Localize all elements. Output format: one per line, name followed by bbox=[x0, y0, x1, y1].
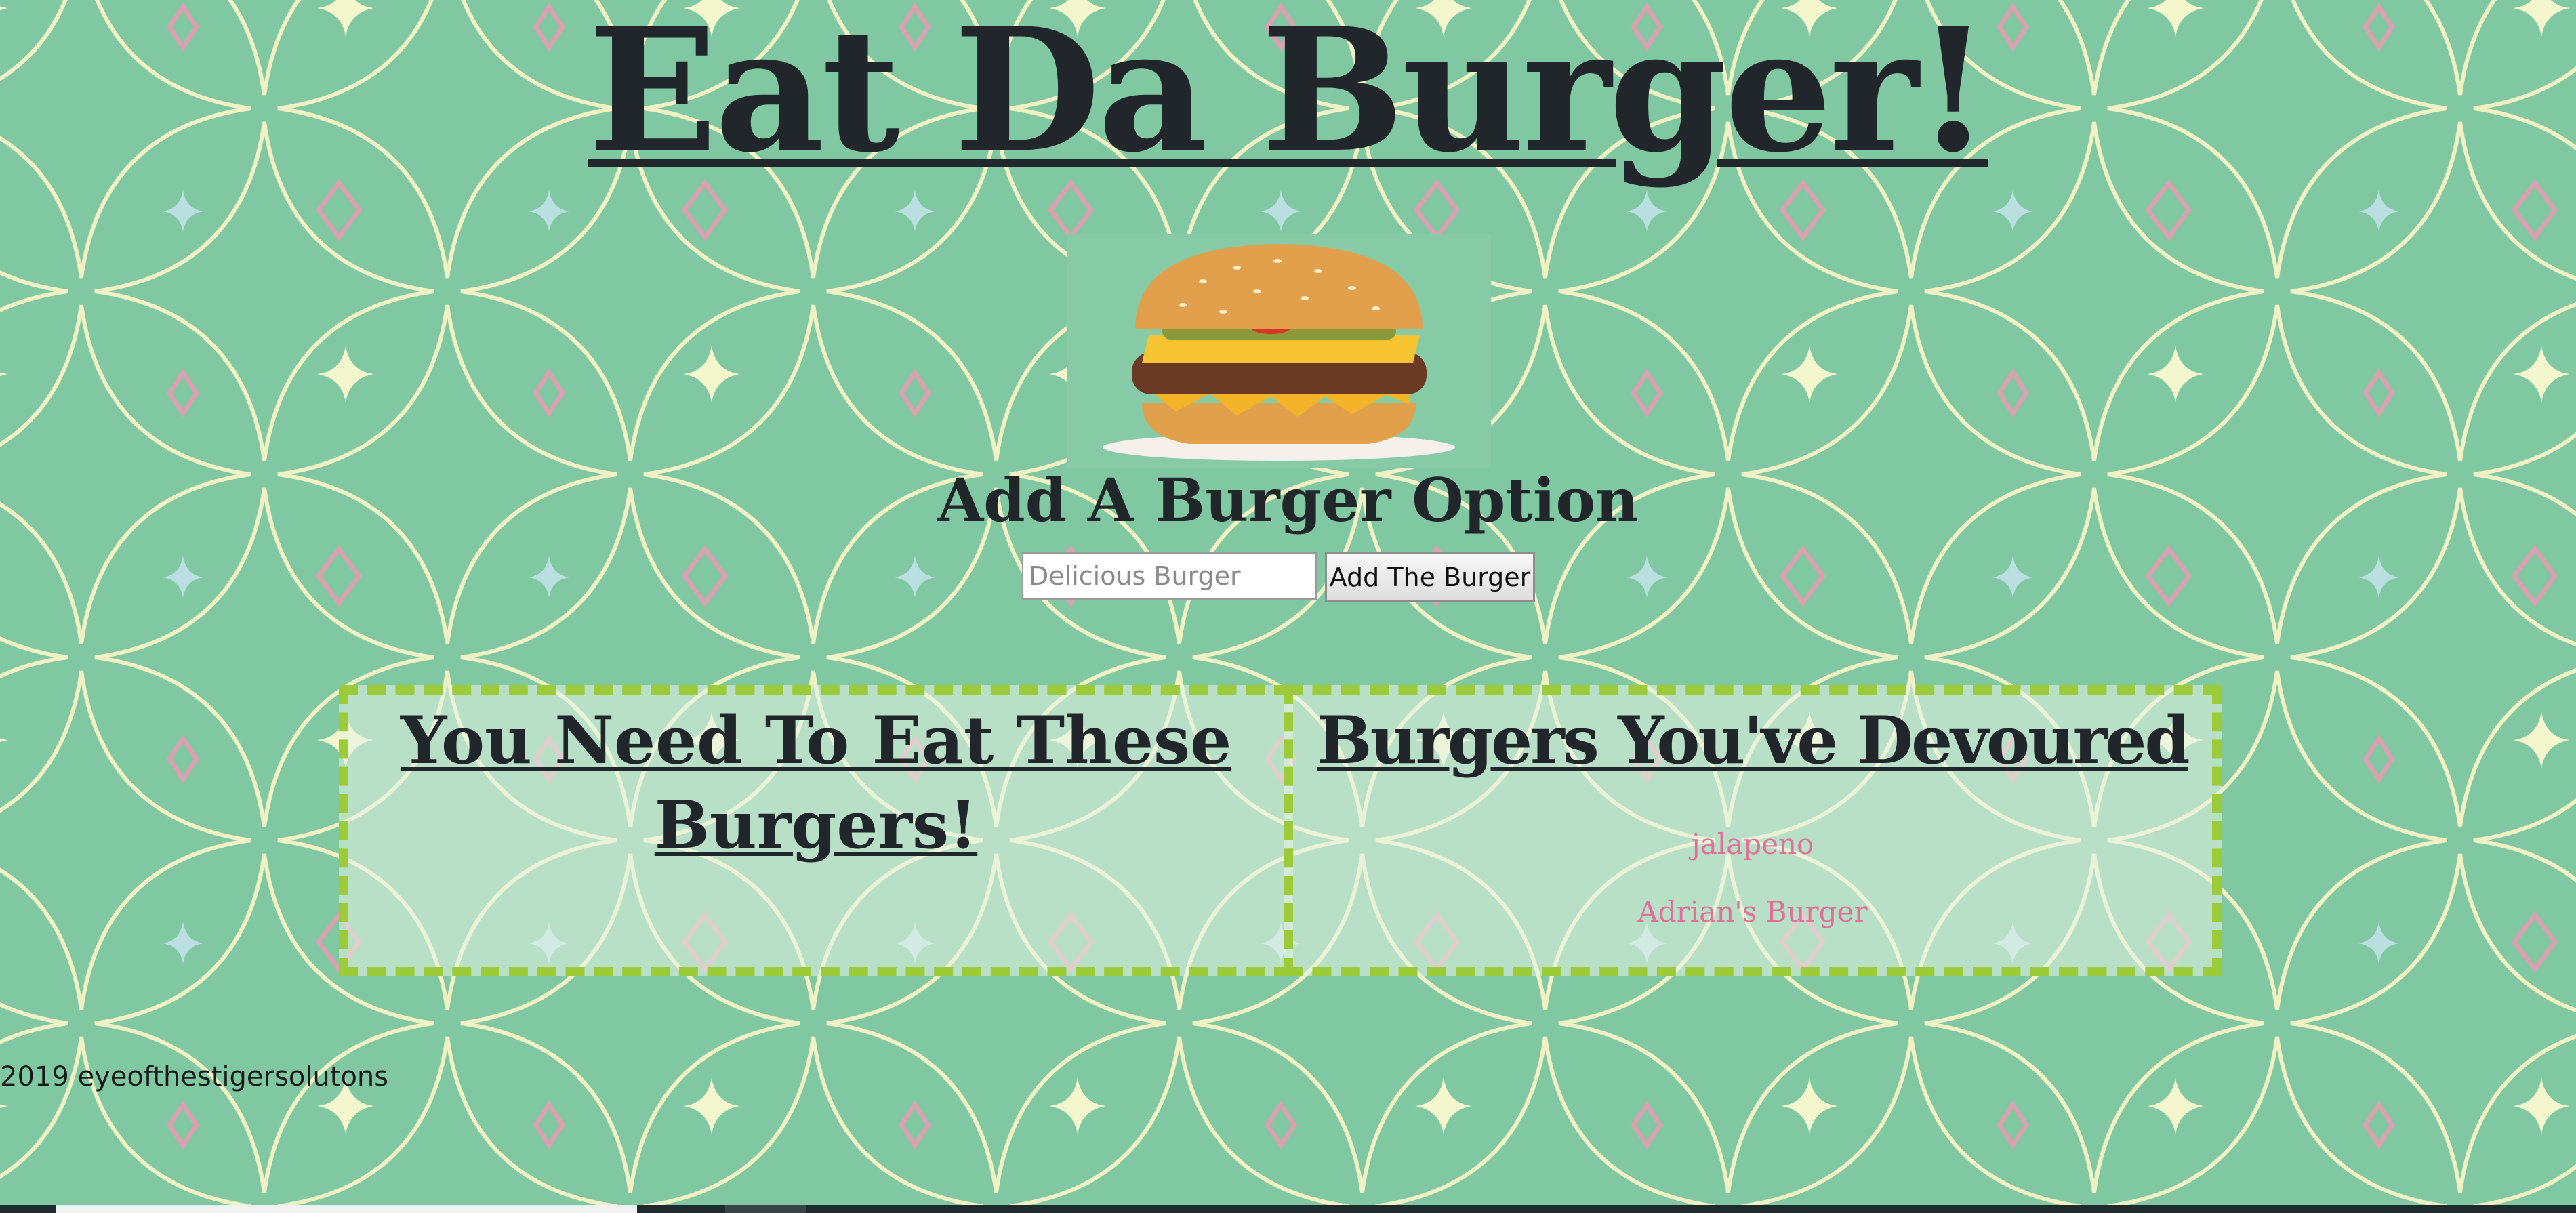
bottom-scrollbar[interactable] bbox=[0, 1205, 2576, 1213]
add-burger-heading: Add A Burger Option bbox=[937, 465, 1639, 535]
to-eat-panel: You Need To Eat These Burgers! bbox=[339, 685, 1293, 976]
add-burger-button[interactable]: Add The Burger bbox=[1325, 552, 1535, 602]
to-eat-heading: You Need To Eat These Burgers! bbox=[400, 702, 1232, 863]
devoured-panel: Burgers You've Devoured jalapeno Adrian'… bbox=[1284, 685, 2222, 976]
scrollbar-segment bbox=[725, 1205, 806, 1213]
burger-name-input[interactable] bbox=[1022, 552, 1317, 600]
add-burger-form: Add The Burger bbox=[1022, 552, 1535, 602]
page-title: Eat Da Burger! bbox=[588, 0, 1990, 190]
devoured-list: jalapeno Adrian's Burger bbox=[1293, 810, 2212, 946]
list-item: Adrian's Burger bbox=[1637, 895, 1868, 928]
footer-copyright: 2019 eyeofthestigersolutons bbox=[0, 1061, 389, 1092]
devoured-heading: Burgers You've Devoured bbox=[1317, 702, 2190, 779]
list-item: jalapeno bbox=[1691, 827, 1814, 861]
scrollbar-thumb[interactable] bbox=[56, 1205, 637, 1213]
cheeseburger-image bbox=[1067, 234, 1491, 468]
